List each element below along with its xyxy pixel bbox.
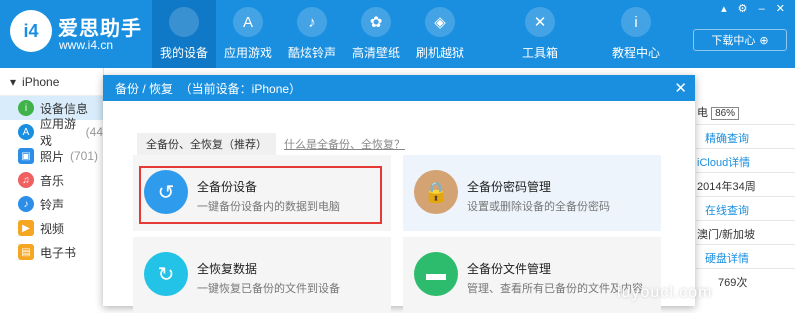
battery-label: 电	[697, 107, 708, 119]
sidebar-item-count: (44	[85, 125, 103, 139]
tools-icon: ✕	[525, 7, 555, 37]
bell-icon: ♪	[18, 196, 34, 212]
nav-label: 我的设备	[159, 46, 208, 60]
window-controls[interactable]: ▴ ⚙ – ✕	[721, 2, 789, 15]
download-circle-icon: ⊕	[759, 34, 769, 47]
video-icon: ▶	[18, 220, 34, 236]
nav-label: 教程中心	[611, 46, 660, 60]
restore-icon: ↻	[144, 252, 188, 296]
sidebar-item-label: 设备信息	[40, 101, 89, 116]
sidebar-item-label: 音乐	[40, 173, 65, 188]
nav-label: 应用游戏	[223, 46, 272, 60]
app-logo: i4	[10, 10, 52, 52]
nav-flash-jailbreak[interactable]: ◈ 刷机越狱	[408, 0, 472, 68]
device-header[interactable]: ▾ iPhone	[0, 68, 103, 96]
divider	[696, 124, 795, 125]
battery-badge: 86%	[711, 107, 740, 120]
lock-icon: 🔒	[414, 170, 458, 214]
divider	[696, 244, 795, 245]
nav-tutorials[interactable]: i 教程中心	[604, 0, 668, 68]
sidebar: ▾ iPhone i 设备信息 A 应用游戏 (44 ▣ 照片 (701) ♫ …	[0, 68, 104, 306]
download-label: 下载中心	[711, 35, 756, 47]
sidebar-item-ebooks[interactable]: ▤ 电子书	[0, 240, 103, 264]
info-green-icon: i	[18, 100, 34, 116]
brand-name: 爱思助手	[58, 18, 142, 40]
disk-detail-link[interactable]: 硬盘详情	[705, 250, 749, 266]
nav-label: 高清壁纸	[351, 46, 400, 60]
card-backup-password[interactable]: 🔒 全备份密码管理 设置或删除设备的全备份密码	[403, 155, 661, 231]
apple-icon	[169, 7, 199, 37]
nav-toolbox[interactable]: ✕ 工具箱	[508, 0, 572, 68]
nav-my-device[interactable]: 我的设备	[152, 0, 216, 68]
sidebar-item-ringtones[interactable]: ♪ 铃声	[0, 192, 103, 216]
photo-icon: ▣	[18, 148, 34, 164]
sidebar-item-label: 视频	[40, 221, 65, 236]
app-store-icon: A	[233, 7, 263, 37]
sidebar-item-photos[interactable]: ▣ 照片 (701)	[0, 144, 103, 168]
online-query-link[interactable]: 在线查询	[705, 202, 749, 218]
card-title: 全备份文件管理	[467, 262, 552, 276]
dropbox-icon: ◈	[425, 7, 455, 37]
manufacture-date: 2014年34周	[697, 181, 756, 193]
brand-url: www.i4.cn	[59, 38, 114, 52]
card-desc: 一键恢复已备份的文件到设备	[197, 283, 340, 295]
card-full-restore[interactable]: ↻ 全恢复数据 一键恢复已备份的文件到设备	[133, 237, 391, 313]
sidebar-item-label: 铃声	[40, 197, 65, 212]
folder-icon: ▬	[414, 252, 458, 296]
app-store-icon: A	[18, 124, 34, 140]
sidebar-item-count: (701)	[70, 149, 99, 163]
divider	[696, 220, 795, 221]
card-title: 全备份密码管理	[467, 180, 552, 194]
expand-arrow-icon: ▾	[10, 74, 17, 89]
dialog-title: 备份 / 恢复 （当前设备：iPhone）	[115, 81, 302, 96]
nav-label: 工具箱	[521, 46, 558, 60]
dialog-header: 备份 / 恢复 （当前设备：iPhone）	[103, 75, 695, 101]
music-icon: ♫	[18, 172, 34, 188]
highlight-box	[139, 166, 382, 224]
sidebar-item-videos[interactable]: ▶ 视频	[0, 216, 103, 240]
info-icon: i	[621, 7, 651, 37]
precise-query-link[interactable]: 精确查询	[705, 130, 749, 146]
nav-ringtones[interactable]: ♪ 酷炫铃声	[280, 0, 344, 68]
download-center-button[interactable]: 下载中心 ⊕	[693, 29, 787, 51]
divider	[696, 268, 795, 269]
what-is-full-backup-link[interactable]: 什么是全备份、全恢复？	[284, 136, 405, 152]
divider	[696, 196, 795, 197]
sidebar-item-label: 电子书	[40, 245, 77, 260]
sidebar-item-apps[interactable]: A 应用游戏 (44	[0, 117, 103, 148]
icloud-detail-link[interactable]: iCloud详情	[697, 154, 750, 170]
tab-full-backup[interactable]: 全备份、全恢复（推荐）	[137, 133, 276, 155]
nav-wallpapers[interactable]: ✿ 高清壁纸	[344, 0, 408, 68]
device-name: iPhone	[22, 74, 60, 89]
mode-row: 全备份、全恢复（推荐） 什么是全备份、全恢复？	[137, 133, 405, 155]
nav-label: 酷炫铃声	[287, 46, 336, 60]
sidebar-item-music[interactable]: ♫ 音乐	[0, 168, 103, 192]
flower-icon: ✿	[361, 7, 391, 37]
ebook-icon: ▤	[18, 244, 34, 260]
charge-count: 769次	[718, 277, 748, 289]
bell-icon: ♪	[297, 7, 327, 37]
top-bar: i4 爱思助手 www.i4.cn 我的设备 A 应用游戏 ♪ 酷炫铃声 ✿ 高…	[0, 0, 795, 68]
sidebar-item-label: 应用游戏	[40, 117, 77, 148]
sidebar-item-label: 照片	[40, 149, 65, 164]
nav-label: 刷机越狱	[415, 46, 464, 60]
card-title: 全恢复数据	[197, 262, 258, 276]
card-desc: 设置或删除设备的全备份密码	[467, 201, 610, 213]
divider	[696, 172, 795, 173]
close-icon[interactable]: ✕	[674, 79, 687, 97]
nav-apps-games[interactable]: A 应用游戏	[216, 0, 280, 68]
divider	[696, 148, 795, 149]
watermark: luyoucl.com	[617, 284, 713, 301]
battery-row: 电 86%	[697, 104, 740, 120]
sales-region: 澳门/新加坡	[697, 229, 756, 241]
